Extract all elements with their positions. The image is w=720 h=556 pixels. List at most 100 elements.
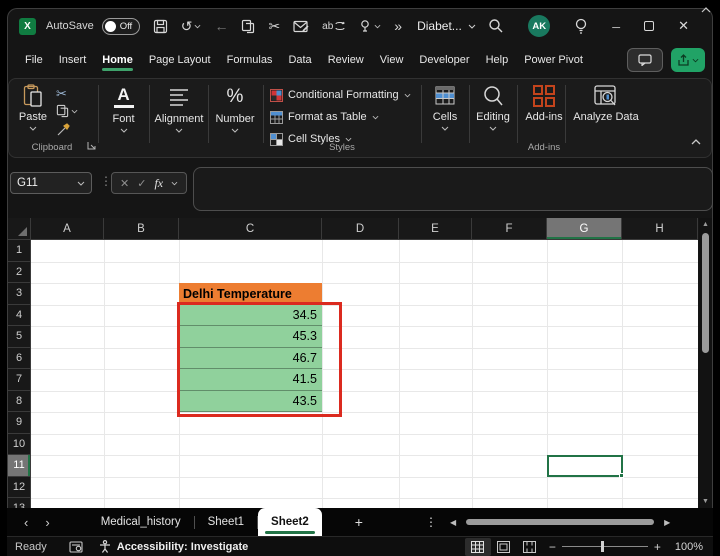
addins-button[interactable]: Add-ins [518, 84, 570, 123]
menu-tab-view[interactable]: View [372, 46, 412, 74]
clipboard-dialog-launcher[interactable] [87, 141, 96, 150]
row-header-9[interactable]: 9 [8, 412, 31, 434]
row-header-2[interactable]: 2 [8, 261, 31, 283]
menu-tab-home[interactable]: Home [94, 46, 141, 74]
row-header-11[interactable]: 11 [8, 455, 31, 477]
menu-tab-power-pivot[interactable]: Power Pivot [516, 46, 591, 74]
add-sheet-button[interactable]: + [355, 514, 363, 530]
menu-tab-insert[interactable]: Insert [51, 46, 95, 74]
accessibility-status[interactable]: Accessibility: Investigate [117, 541, 248, 553]
name-box[interactable]: G11 [10, 172, 92, 194]
column-header-D[interactable]: D [322, 218, 399, 240]
vertical-scrollbar[interactable]: ▲ ▼ [699, 218, 712, 508]
touch-mode-button[interactable] [358, 19, 381, 33]
redo-arrow-icon[interactable]: ← [214, 19, 228, 33]
cancel-icon[interactable]: ✕ [120, 177, 129, 190]
sheet-tab-sheet1[interactable]: Sheet1 [195, 508, 257, 536]
collapse-ribbon-button[interactable] [691, 139, 701, 145]
autosave-toggle[interactable]: Off [101, 17, 140, 35]
selected-cell-G11[interactable] [547, 455, 624, 478]
zoom-level[interactable]: 100% [675, 541, 703, 553]
scroll-down-icon[interactable]: ▼ [699, 498, 712, 505]
formula-bar-expand-button[interactable] [701, 7, 711, 13]
undo-button[interactable]: ↺ [181, 19, 202, 33]
zoom-slider-thumb[interactable] [600, 541, 604, 552]
conditional-formatting-button[interactable]: Conditional Formatting [270, 86, 411, 104]
account-avatar[interactable]: AK [528, 15, 551, 37]
paste-button[interactable]: Paste [15, 84, 51, 131]
maximize-button[interactable] [644, 21, 655, 31]
row-header-5[interactable]: 5 [8, 326, 31, 348]
format-painter-button[interactable] [56, 123, 70, 137]
qat-overflow-button[interactable]: » [394, 19, 402, 33]
row-header-3[interactable]: 3 [8, 283, 31, 305]
macro-record-button[interactable] [69, 540, 83, 553]
zoom-out-button[interactable]: − [543, 540, 562, 554]
column-header-C[interactable]: C [179, 218, 322, 240]
zoom-in-button[interactable]: + [648, 540, 667, 554]
next-sheet-button[interactable]: › [45, 515, 49, 530]
view-normal-button[interactable] [464, 537, 491, 556]
menu-tab-page-layout[interactable]: Page Layout [141, 46, 219, 74]
format-as-table-button[interactable]: Format as Table [270, 108, 379, 126]
select-all-corner[interactable] [8, 218, 31, 240]
search-button[interactable] [488, 18, 504, 34]
formula-bar-input[interactable] [193, 167, 713, 211]
column-header-A[interactable]: A [31, 218, 104, 240]
analyze-data-button[interactable]: Analyze Data [571, 84, 641, 123]
column-header-B[interactable]: B [104, 218, 179, 240]
comments-button[interactable] [627, 48, 663, 72]
menu-tab-developer[interactable]: Developer [411, 46, 477, 74]
view-page-layout-button[interactable] [491, 538, 517, 556]
row-header-6[interactable]: 6 [8, 347, 31, 369]
row-header-1[interactable]: 1 [8, 240, 31, 262]
row-header-13[interactable]: 13 [8, 498, 31, 508]
prev-sheet-button[interactable]: ‹ [24, 515, 28, 530]
scroll-right-icon[interactable]: ▶ [664, 518, 670, 527]
ribbon-cut-button[interactable]: ✂ [56, 86, 67, 102]
fill-handle[interactable] [619, 473, 624, 478]
editing-group-button[interactable]: Editing [471, 84, 515, 131]
column-header-G[interactable]: G [547, 218, 622, 240]
menu-tab-formulas[interactable]: Formulas [219, 46, 281, 74]
horizontal-scroll-thumb[interactable] [466, 519, 655, 525]
tips-button[interactable] [574, 18, 588, 35]
chevron-down-icon[interactable] [171, 181, 178, 186]
enter-icon[interactable]: ✓ [137, 177, 146, 190]
column-header-E[interactable]: E [399, 218, 472, 240]
font-group-button[interactable]: A Font [101, 84, 146, 133]
alignment-group-button[interactable]: Alignment [151, 84, 207, 133]
horizontal-scroll-track[interactable] [460, 517, 660, 527]
menu-tab-review[interactable]: Review [320, 46, 372, 74]
row-header-8[interactable]: 8 [8, 390, 31, 412]
cells-group-button[interactable]: Cells [423, 84, 467, 131]
copy-button[interactable] [241, 19, 255, 34]
number-group-button[interactable]: % Number [209, 84, 261, 133]
row-header-10[interactable]: 10 [8, 433, 31, 455]
scroll-left-icon[interactable]: ◀ [450, 518, 456, 527]
sheet-options-button[interactable]: ⋮ [425, 515, 437, 529]
replace-button[interactable]: ab [322, 20, 345, 32]
minimize-button[interactable]: ─ [612, 19, 620, 34]
horizontal-scrollbar[interactable]: ◀ ▶ [450, 517, 670, 527]
insert-function-icon[interactable]: fx [154, 176, 163, 191]
mail-button[interactable] [293, 20, 309, 33]
sheet-tab-medical_history[interactable]: Medical_history [88, 508, 194, 536]
view-page-break-button[interactable] [517, 538, 543, 556]
share-button[interactable] [671, 48, 705, 72]
zoom-slider[interactable] [561, 541, 648, 552]
cut-button[interactable]: ✂ [268, 19, 280, 33]
row-header-12[interactable]: 12 [8, 476, 31, 498]
menu-tab-file[interactable]: File [17, 46, 51, 74]
sheet-tab-sheet2[interactable]: Sheet2 [258, 508, 322, 536]
save-button[interactable] [153, 19, 168, 34]
worksheet-grid[interactable]: Delhi Temperature 34.5 45.3 46.7 41.5 43.5 [31, 240, 698, 508]
column-header-H[interactable]: H [622, 218, 698, 240]
menu-tab-help[interactable]: Help [478, 46, 517, 74]
ribbon-copy-button[interactable] [56, 104, 78, 118]
close-button[interactable]: ✕ [678, 18, 689, 34]
vertical-scroll-thumb[interactable] [702, 233, 709, 353]
scroll-up-icon[interactable]: ▲ [699, 221, 712, 228]
row-header-4[interactable]: 4 [8, 304, 31, 326]
row-header-7[interactable]: 7 [8, 369, 31, 391]
